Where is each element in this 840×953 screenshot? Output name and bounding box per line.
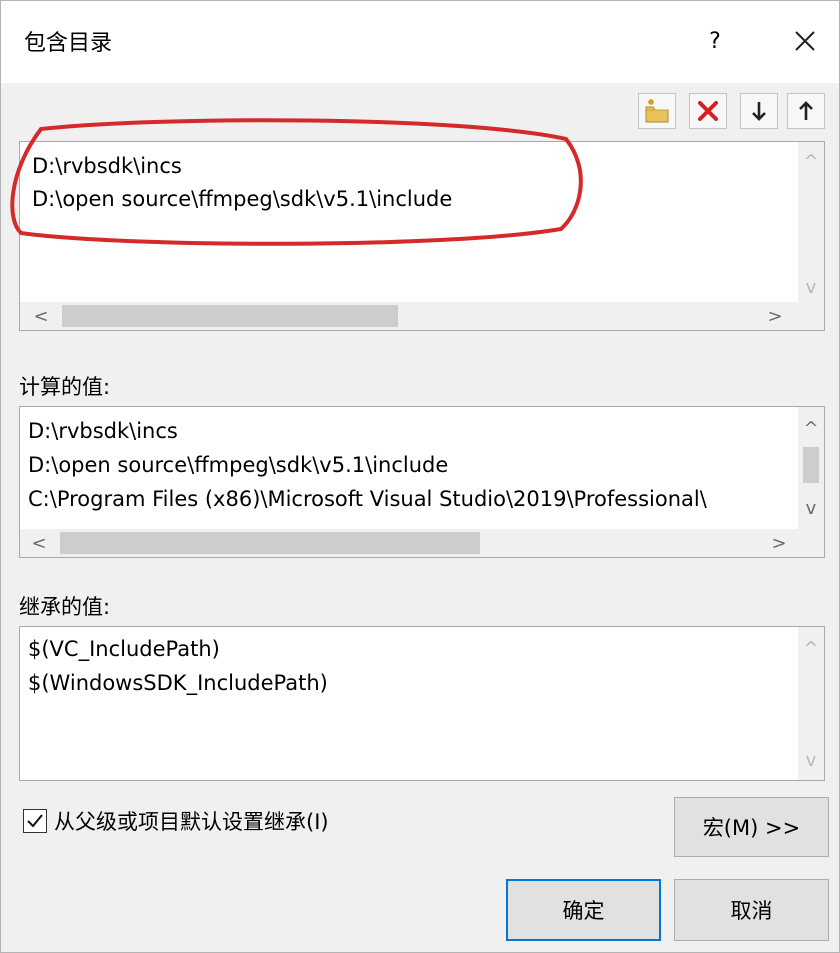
horizontal-scrollbar[interactable]: < > (20, 529, 824, 557)
inherit-checkbox-label[interactable]: 从父级或项目默认设置继承(I) (54, 806, 329, 836)
title-bar: 包含目录 ? (1, 1, 839, 83)
scroll-down-arrow[interactable]: v (798, 495, 824, 521)
scroll-thumb[interactable] (62, 305, 398, 327)
dialog-title: 包含目录 (24, 31, 113, 56)
scroll-thumb[interactable] (60, 532, 480, 554)
ok-button[interactable]: 确定 (506, 879, 661, 941)
annotation-ellipse (10, 118, 583, 246)
scroll-right-arrow[interactable]: > (766, 530, 792, 556)
delete-button[interactable] (689, 93, 727, 129)
horizontal-scrollbar[interactable]: < > (20, 302, 824, 330)
list-item: $(WindowsSDK_IncludePath) (28, 671, 328, 695)
scroll-up-arrow[interactable]: ^ (798, 415, 824, 441)
arrow-up-icon (799, 101, 813, 120)
computed-values-list: D:\rvbsdk\incs D:\open source\ffmpeg\sdk… (19, 406, 825, 558)
scroll-left-arrow[interactable]: < (28, 303, 54, 329)
arrow-down-icon (752, 102, 766, 121)
computed-values-label: 计算的值: (19, 375, 111, 399)
list-item: $(VC_IncludePath) (28, 637, 220, 661)
scroll-up-arrow[interactable]: ^ (798, 148, 824, 174)
vertical-scrollbar[interactable]: ^ v (798, 407, 824, 529)
close-icon (795, 31, 815, 51)
close-button[interactable] (779, 19, 831, 63)
scroll-up-arrow[interactable]: ^ (798, 635, 824, 661)
move-down-button[interactable] (740, 93, 778, 129)
scroll-down-arrow[interactable]: v (798, 274, 824, 300)
move-up-button[interactable] (787, 93, 825, 129)
scroll-right-arrow[interactable]: > (762, 303, 788, 329)
include-directories-dialog: 包含目录 ? D:\rvbsdk\incs D:\open source\ffm… (0, 0, 840, 953)
new-folder-icon (645, 99, 669, 123)
list-item: C:\Program Files (x86)\Microsoft Visual … (28, 487, 707, 511)
list-item: D:\rvbsdk\incs (28, 419, 178, 443)
delete-x-icon (698, 101, 718, 121)
new-line-button[interactable] (638, 93, 676, 129)
vertical-scrollbar[interactable]: ^ v (798, 627, 824, 780)
list-item: D:\open source\ffmpeg\sdk\v5.1\include (28, 453, 449, 477)
scroll-down-arrow[interactable]: v (798, 747, 824, 773)
inherited-values-label: 继承的值: (19, 595, 111, 619)
macros-button[interactable]: 宏(M) >> (674, 797, 829, 857)
cancel-button[interactable]: 取消 (674, 879, 829, 941)
scroll-thumb[interactable] (803, 447, 819, 483)
inherit-checkbox[interactable] (23, 809, 47, 833)
scroll-left-arrow[interactable]: < (26, 530, 52, 556)
vertical-scrollbar[interactable]: ^ v (798, 142, 824, 304)
checkmark-icon (27, 814, 43, 828)
help-button[interactable]: ? (691, 19, 739, 63)
inherited-values-list: $(VC_IncludePath) $(WindowsSDK_IncludePa… (19, 626, 825, 781)
